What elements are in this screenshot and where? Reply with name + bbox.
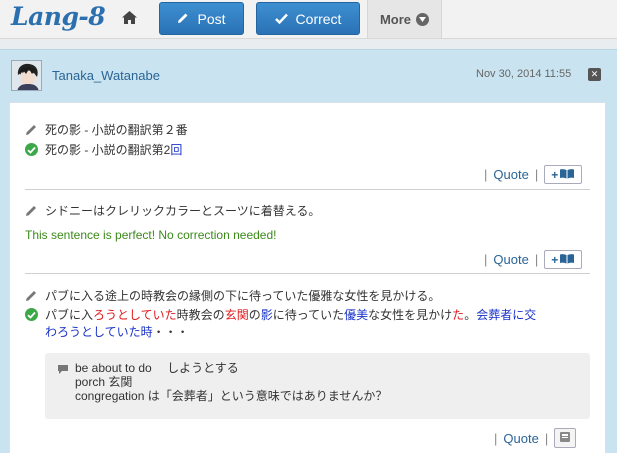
original-sentence-2: シドニーはクレリックカラーとスーツに着替える。 [25,202,320,219]
original-sentence-1: 死の影 - 小説の翻訳第２番 [25,121,188,138]
pencil-icon [177,11,189,27]
quote-link[interactable]: Quote [503,431,538,446]
notebook-icon [559,431,571,446]
original-text: パブに入る途上の時教会の縁側の下に待っていた優雅な女性を見かける。 [45,289,441,303]
divider [25,189,590,190]
post-label: Post [197,10,226,27]
separator: | [484,252,488,267]
home-button[interactable] [109,0,149,38]
corrected-sentence-1: 死の影 - 小説の翻訳第2回 [25,141,182,158]
entry-date: Nov 30, 2014 11:55 [476,68,572,80]
pencil-icon [25,123,38,136]
close-icon[interactable]: ✕ [588,68,601,81]
username-link[interactable]: Tanaka_Watanabe [52,68,160,83]
add-to-notebook-button[interactable]: + [544,165,583,184]
correction-comment: be about to do しようとする porch 玄関 congregatio… [45,353,590,419]
site-logo[interactable]: Lang-8 [11,2,106,31]
divider [25,273,590,274]
correction-1-actions: | Quote | + [484,165,583,184]
correction-3-actions: | Quote | [494,428,577,448]
top-nav-bar: Lang-8 Post Correct More [0,0,617,39]
separator: | [544,430,549,446]
speech-bubble-icon [57,364,69,378]
quote-link[interactable]: Quote [493,167,528,182]
notebook-button[interactable] [554,428,577,448]
quote-link[interactable]: Quote [493,252,528,267]
original-text: シドニーはクレリックカラーとスーツに着替える。 [45,204,321,218]
pencil-icon [25,204,38,217]
pencil-icon [25,289,38,302]
more-label: More [379,11,412,27]
separator: | [534,167,539,182]
comment-text: be about to do しようとする porch 玄関 congregatio… [75,361,388,403]
corrected-text: 死の影 - 小説の翻訳第2回 [45,143,183,157]
add-to-notebook-button[interactable]: + [544,250,583,269]
corrected-text: パブに入ろうとしていた時教会の玄関の影に待っていた優美な女性を見かけた。会葬者に… [45,308,537,339]
post-button[interactable]: Post [159,2,244,35]
chevron-down-icon [416,12,430,26]
home-icon [121,10,138,28]
avatar[interactable] [11,60,42,91]
correction-2-actions: | Quote | + [484,250,583,269]
original-text: 死の影 - 小説の翻訳第２番 [45,123,188,137]
corrected-sentence-3: パブに入ろうとしていた時教会の玄関の影に待っていた優美な女性を見かけた。会葬者に… [25,307,585,341]
separator: | [534,252,539,267]
separator: | [494,430,498,446]
correct-label: Correct [295,10,342,27]
separator: | [484,167,488,182]
book-icon [559,168,575,182]
check-circle-icon [25,143,38,156]
original-sentence-3: パブに入る途上の時教会の縁側の下に待っていた優雅な女性を見かける。 [25,287,440,304]
correct-button[interactable]: Correct [256,2,360,35]
book-icon [559,253,575,267]
more-menu-button[interactable]: More [367,0,442,38]
perfect-message: This sentence is perfect! No correction … [25,228,277,242]
checkmark-icon [274,11,288,27]
check-circle-icon [25,308,38,321]
